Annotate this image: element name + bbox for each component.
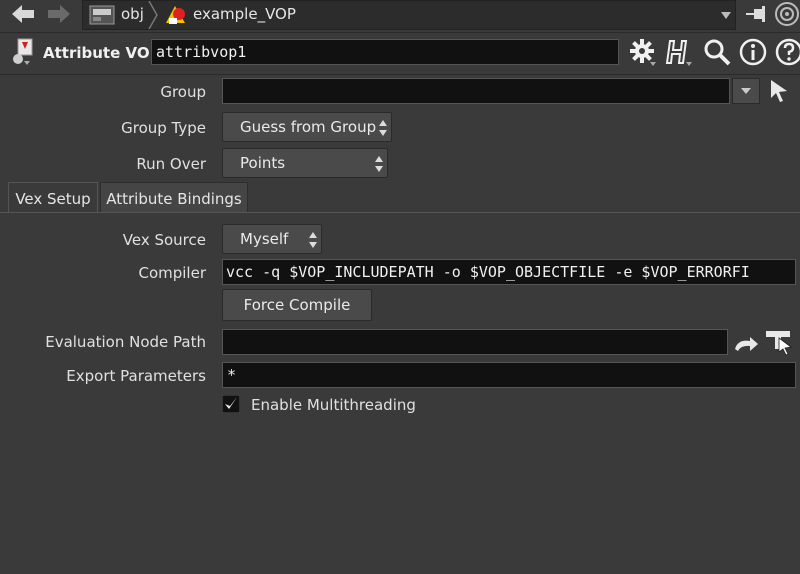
- compiler-label: Compiler: [138, 264, 206, 282]
- header-divider: [0, 74, 800, 75]
- run-over-value: Points: [240, 154, 286, 172]
- attribute-vop-icon[interactable]: [10, 37, 38, 67]
- path-segment-obj[interactable]: obj: [121, 5, 144, 23]
- select-arrow-icon[interactable]: [768, 78, 790, 104]
- question-icon[interactable]: [774, 37, 800, 67]
- updown-arrows-icon: [309, 232, 317, 248]
- multithreading-checkbox[interactable]: [222, 395, 240, 413]
- force-compile-button[interactable]: Force Compile: [222, 289, 372, 321]
- chevron-down-icon[interactable]: [719, 3, 733, 27]
- node-name-field[interactable]: attribvop1: [151, 39, 619, 65]
- multithreading-label[interactable]: Enable Multithreading: [251, 396, 416, 414]
- vex-source-value: Myself: [240, 230, 289, 248]
- node-chooser-icon[interactable]: [764, 328, 794, 356]
- path-field[interactable]: obj example_VOP: [82, 0, 736, 30]
- network-view-icon[interactable]: [774, 1, 800, 27]
- path-bar: obj example_VOP: [0, 0, 800, 33]
- eval-node-path-field[interactable]: [222, 329, 728, 355]
- search-icon[interactable]: [702, 37, 732, 67]
- back-arrow-icon[interactable]: [10, 2, 36, 26]
- vex-source-menu[interactable]: Myself: [222, 224, 322, 254]
- run-over-label: Run Over: [136, 155, 206, 173]
- export-parameters-label: Export Parameters: [66, 367, 206, 385]
- jump-to-node-icon[interactable]: [732, 333, 760, 355]
- eval-node-path-label: Evaluation Node Path: [45, 333, 206, 351]
- tab-label: Attribute Bindings: [106, 190, 242, 208]
- forward-arrow-icon[interactable]: [46, 2, 72, 26]
- info-icon[interactable]: [738, 37, 768, 67]
- tab-attribute-bindings[interactable]: Attribute Bindings: [100, 182, 248, 213]
- tab-underline: [0, 212, 800, 213]
- path-segment-example-vop[interactable]: example_VOP: [193, 5, 296, 23]
- run-over-menu[interactable]: Points: [222, 148, 388, 178]
- obj-network-icon: [89, 5, 115, 25]
- updown-arrows-icon: [379, 120, 387, 136]
- path-separator-icon: [148, 1, 158, 29]
- tab-vex-setup[interactable]: Vex Setup: [8, 182, 98, 213]
- compiler-field[interactable]: vcc -q $VOP_INCLUDEPATH -o $VOP_OBJECTFI…: [222, 259, 796, 285]
- export-parameters-field[interactable]: *: [222, 362, 796, 388]
- node-type-label: Attribute VOP: [43, 44, 161, 62]
- vex-source-label: Vex Source: [122, 231, 206, 249]
- group-label: Group: [160, 83, 206, 101]
- help-h-icon[interactable]: [664, 37, 694, 67]
- group-type-value: Guess from Group: [240, 118, 377, 136]
- group-type-label: Group Type: [121, 119, 206, 137]
- group-field[interactable]: [222, 78, 730, 104]
- chevron-down-icon: [741, 88, 751, 94]
- group-dropdown-button[interactable]: [732, 78, 760, 104]
- group-type-menu[interactable]: Guess from Group: [222, 112, 392, 142]
- node-header: Attribute VOP attribvop1: [0, 35, 800, 71]
- geometry-node-icon: [166, 6, 185, 24]
- tab-label: Vex Setup: [15, 190, 91, 208]
- updown-arrows-icon: [375, 156, 383, 172]
- gear-icon[interactable]: [628, 37, 658, 67]
- pin-icon[interactable]: [744, 2, 768, 26]
